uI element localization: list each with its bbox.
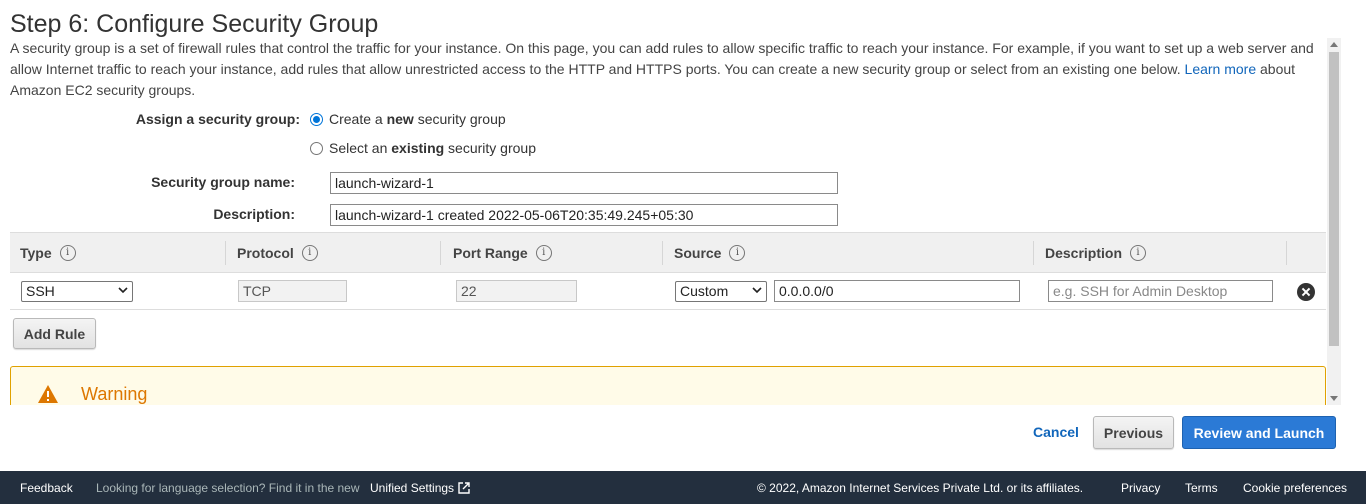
column-source-label: Source bbox=[674, 244, 722, 261]
column-header-protocol: Protocol i bbox=[237, 233, 318, 272]
table-row: SSH TCP 22 Custom 0.0.0.0/0 e.g. SSH for… bbox=[10, 273, 1326, 310]
previous-button[interactable]: Previous bbox=[1093, 416, 1174, 449]
radio-select-existing[interactable]: Select an existing security group bbox=[310, 140, 536, 156]
info-icon[interactable]: i bbox=[301, 244, 318, 261]
info-icon[interactable]: i bbox=[59, 244, 76, 261]
info-icon[interactable]: i bbox=[729, 244, 746, 261]
description-input[interactable]: launch-wizard-1 created 2022-05-06T20:35… bbox=[330, 204, 838, 226]
assign-group-label: Assign a security group: bbox=[135, 111, 300, 127]
cancel-button[interactable]: Cancel bbox=[1025, 416, 1087, 447]
radio-create-new[interactable]: Create a new security group bbox=[310, 111, 506, 127]
scroll-up-icon[interactable] bbox=[1330, 42, 1338, 47]
column-divider bbox=[225, 241, 226, 265]
radio-button-selected[interactable] bbox=[310, 112, 323, 126]
warning-title: Warning bbox=[81, 384, 148, 404]
source-cidr-input[interactable]: 0.0.0.0/0 bbox=[774, 280, 1020, 302]
column-divider bbox=[1286, 241, 1287, 265]
column-port-range-label: Port Range bbox=[453, 244, 528, 261]
column-divider bbox=[1033, 241, 1034, 265]
column-description-label: Description bbox=[1045, 244, 1123, 261]
learn-more-link[interactable]: Learn more bbox=[1185, 61, 1257, 77]
review-and-launch-button[interactable]: Review and Launch bbox=[1182, 416, 1336, 449]
external-link-icon bbox=[458, 481, 470, 494]
rule-type-select[interactable]: SSH bbox=[21, 281, 133, 302]
column-header-source: Source i bbox=[674, 233, 746, 272]
privacy-link[interactable]: Privacy bbox=[1121, 471, 1160, 504]
language-note: Looking for language selection? Find it … bbox=[96, 471, 360, 504]
console-footer: Feedback Looking for language selection?… bbox=[0, 471, 1366, 504]
rules-table-header: Type i Protocol i Port Range i Source i Desc… bbox=[10, 232, 1326, 273]
warning-panel: Warning bbox=[10, 366, 1326, 405]
column-divider bbox=[440, 241, 441, 265]
option-new-prefix: Create a bbox=[329, 111, 387, 127]
description-label: Description: bbox=[213, 206, 295, 222]
copyright-text: © 2022, Amazon Internet Services Private… bbox=[757, 480, 1084, 495]
cookie-preferences-link[interactable]: Cookie preferences bbox=[1243, 471, 1347, 504]
rule-description-input[interactable]: e.g. SSH for Admin Desktop bbox=[1048, 280, 1273, 302]
protocol-field: TCP bbox=[238, 280, 347, 302]
source-mode-select[interactable]: Custom bbox=[675, 281, 767, 302]
option-existing-bold: existing bbox=[391, 140, 445, 156]
main-content: Step 6: Configure Security Group A secur… bbox=[0, 0, 1342, 405]
column-header-port-range: Port Range i bbox=[453, 233, 552, 272]
column-header-description: Description i bbox=[1045, 233, 1147, 272]
info-icon[interactable]: i bbox=[535, 244, 552, 261]
intro-paragraph: A security group is a set of firewall ru… bbox=[10, 38, 1320, 101]
rule-type-value: SSH bbox=[26, 283, 55, 299]
option-new-suffix: security group bbox=[413, 111, 506, 127]
language-note-text: Looking for language selection? Find it … bbox=[96, 480, 360, 495]
terms-link[interactable]: Terms bbox=[1185, 471, 1218, 504]
column-header-type: Type i bbox=[20, 233, 76, 272]
feedback-link[interactable]: Feedback bbox=[20, 471, 73, 504]
scroll-down-icon[interactable] bbox=[1330, 396, 1338, 401]
unified-settings-link[interactable]: Unified Settings bbox=[370, 471, 470, 504]
page-title: Step 6: Configure Security Group bbox=[10, 10, 379, 38]
column-protocol-label: Protocol bbox=[237, 244, 294, 261]
column-divider bbox=[662, 241, 663, 265]
radio-button-unselected[interactable] bbox=[310, 141, 323, 155]
unified-settings-label: Unified Settings bbox=[370, 480, 455, 495]
group-name-input[interactable]: launch-wizard-1 bbox=[330, 172, 838, 194]
content-scrollbar[interactable] bbox=[1327, 38, 1341, 405]
option-existing-prefix: Select an bbox=[329, 140, 392, 156]
group-name-label: Security group name: bbox=[151, 174, 295, 190]
add-rule-button[interactable]: Add Rule bbox=[13, 318, 96, 349]
option-new-bold: new bbox=[386, 111, 414, 127]
info-icon[interactable]: i bbox=[1130, 244, 1147, 261]
radio-create-new-label: Create a new security group bbox=[329, 111, 506, 127]
scroll-thumb[interactable] bbox=[1329, 52, 1339, 346]
warning-icon bbox=[38, 385, 58, 403]
remove-rule-icon[interactable] bbox=[1297, 283, 1315, 301]
chevron-down-icon bbox=[118, 287, 128, 294]
intro-text: A security group is a set of firewall ru… bbox=[10, 40, 1314, 77]
option-existing-suffix: security group bbox=[444, 140, 536, 156]
source-mode-value: Custom bbox=[680, 283, 729, 299]
port-range-field: 22 bbox=[456, 280, 577, 302]
chevron-down-icon bbox=[752, 287, 762, 294]
ec2-launch-wizard: Step 6: Configure Security Group A secur… bbox=[0, 0, 1366, 504]
radio-select-existing-label: Select an existing security group bbox=[329, 140, 536, 156]
column-type-label: Type bbox=[20, 244, 52, 261]
